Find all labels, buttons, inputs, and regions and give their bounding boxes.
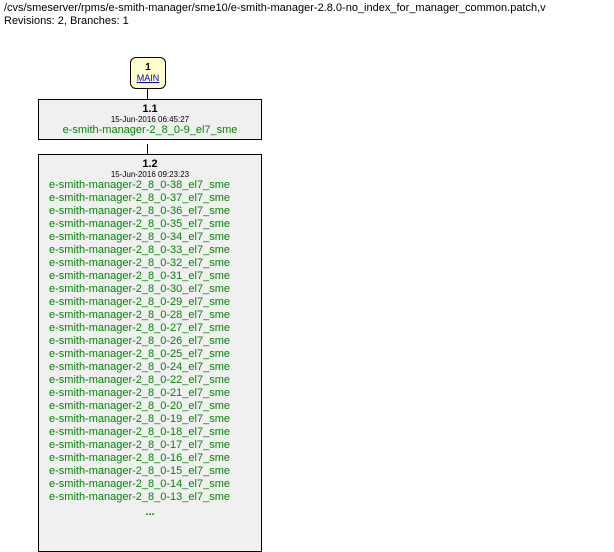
- revision-tag: e-smith-manager-2_8_0-20_el7_sme: [49, 400, 255, 413]
- connector-line: [147, 89, 148, 99]
- revision-tag: e-smith-manager-2_8_0-16_el7_sme: [49, 452, 255, 465]
- revision-tag: e-smith-manager-2_8_0-33_el7_sme: [49, 244, 255, 257]
- revision-tag: e-smith-manager-2_8_0-31_el7_sme: [49, 270, 255, 283]
- revision-tag: e-smith-manager-2_8_0-17_el7_sme: [49, 439, 255, 452]
- branch-number: 1: [145, 62, 151, 73]
- branch-label: MAIN: [137, 73, 160, 84]
- revision-date: 15-Jun-2016 06:45:27: [45, 115, 255, 124]
- branch-main-box[interactable]: 1 MAIN: [130, 57, 166, 89]
- revision-tag: e-smith-manager-2_8_0-30_el7_sme: [49, 283, 255, 296]
- revision-tag: e-smith-manager-2_8_0-28_el7_sme: [49, 309, 255, 322]
- revision-tag: e-smith-manager-2_8_0-13_el7_sme: [49, 491, 255, 504]
- tag-list: e-smith-manager-2_8_0-38_el7_smee-smith-…: [45, 179, 255, 504]
- revision-tag: e-smith-manager-2_8_0-15_el7_sme: [49, 465, 255, 478]
- revision-number: 1.1: [45, 103, 255, 115]
- revision-node-1[interactable]: 1.1 15-Jun-2016 06:45:27 e-smith-manager…: [38, 99, 262, 140]
- revision-tag: e-smith-manager-2_8_0-35_el7_sme: [49, 218, 255, 231]
- revision-tag: e-smith-manager-2_8_0-18_el7_sme: [49, 426, 255, 439]
- diagram: 1 MAIN 1.1 15-Jun-2016 06:45:27 e-smith-…: [0, 29, 614, 37]
- revision-date: 15-Jun-2016 09:23:23: [45, 170, 255, 179]
- connector-line: [147, 144, 148, 154]
- revision-tag: e-smith-manager-2_8_0-32_el7_sme: [49, 257, 255, 270]
- revision-tag: e-smith-manager-2_8_0-37_el7_sme: [49, 192, 255, 205]
- revision-tag: e-smith-manager-2_8_0-27_el7_sme: [49, 322, 255, 335]
- revision-tag: e-smith-manager-2_8_0-36_el7_sme: [49, 205, 255, 218]
- revision-tag: e-smith-manager-2_8_0-34_el7_sme: [49, 231, 255, 244]
- revision-tag: e-smith-manager-2_8_0-9_el7_sme: [45, 124, 255, 136]
- revision-tag: e-smith-manager-2_8_0-21_el7_sme: [49, 387, 255, 400]
- revision-tag: e-smith-manager-2_8_0-14_el7_sme: [49, 478, 255, 491]
- revision-number: 1.2: [45, 158, 255, 170]
- revision-tag: e-smith-manager-2_8_0-26_el7_sme: [49, 335, 255, 348]
- revision-tag: e-smith-manager-2_8_0-25_el7_sme: [49, 348, 255, 361]
- revision-node-2[interactable]: 1.2 15-Jun-2016 09:23:23 e-smith-manager…: [38, 154, 262, 552]
- revisions-summary: Revisions: 2, Branches: 1: [4, 15, 610, 27]
- revision-tag: e-smith-manager-2_8_0-29_el7_sme: [49, 296, 255, 309]
- revision-tag: e-smith-manager-2_8_0-38_el7_sme: [49, 179, 255, 192]
- revision-tag: e-smith-manager-2_8_0-19_el7_sme: [49, 413, 255, 426]
- file-path: /cvs/smeserver/rpms/e-smith-manager/sme1…: [4, 2, 610, 14]
- ellipsis: ...: [45, 506, 255, 518]
- revision-tag: e-smith-manager-2_8_0-22_el7_sme: [49, 374, 255, 387]
- revision-tag: e-smith-manager-2_8_0-24_el7_sme: [49, 361, 255, 374]
- header: /cvs/smeserver/rpms/e-smith-manager/sme1…: [0, 0, 614, 29]
